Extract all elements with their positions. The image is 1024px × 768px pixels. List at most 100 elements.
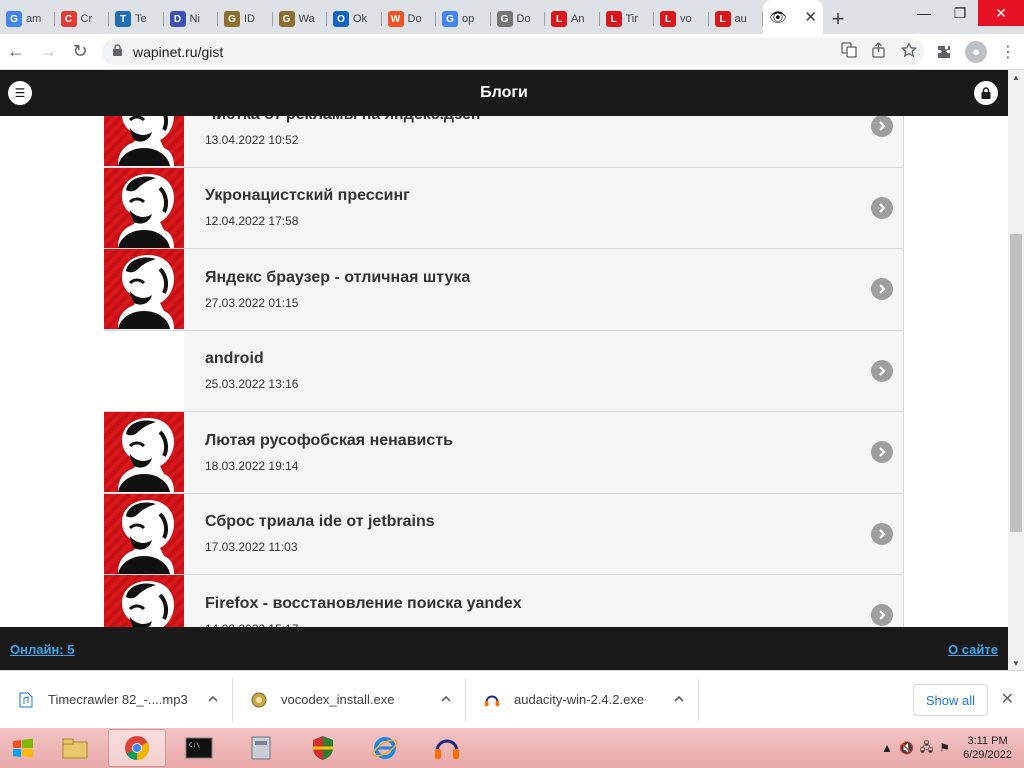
browser-tab[interactable]: O Ok [327, 4, 382, 34]
browser-tab[interactable]: Lvo [654, 4, 709, 34]
google-icon: G [6, 11, 22, 27]
download-item[interactable]: vocodex_install.exe [233, 678, 466, 721]
chevron-right-icon[interactable] [871, 115, 893, 138]
close-window-button[interactable]: ✕ [978, 0, 1024, 26]
scrollbar-thumb[interactable] [1010, 234, 1022, 532]
blog-post-item[interactable]: Укронацистский прессинг 12.04.2022 17:58 [104, 167, 904, 249]
restore-button[interactable]: ❐ [942, 0, 978, 26]
command-prompt-icon[interactable]: C:\ [170, 729, 228, 767]
chevron-up-icon[interactable] [674, 694, 684, 706]
blog-post-item[interactable]: Лютая русофобская ненависть 18.03.2022 19… [104, 412, 904, 494]
lenin-portrait-icon [104, 249, 184, 330]
browser-tab[interactable]: Lau [709, 4, 763, 34]
chrome-icon[interactable] [108, 729, 166, 767]
tab-label: op [462, 13, 475, 25]
browser-tab[interactable]: G ID [218, 4, 273, 34]
browser-tab[interactable]: Gop [436, 4, 491, 34]
reload-button[interactable]: ↻ [64, 36, 96, 68]
chevron-up-icon[interactable] [208, 694, 218, 706]
scroll-down-arrow-icon[interactable]: ▼ [1008, 656, 1024, 670]
volume-muted-icon[interactable]: 🔇 [899, 741, 914, 755]
post-title[interactable]: Firefox - восстановление поиска yandex [205, 595, 522, 613]
tab-label: vo [680, 13, 692, 25]
globe-icon: G [496, 11, 513, 27]
page-title: Блоги [480, 84, 528, 101]
post-title[interactable]: Яндекс браузер - отличная штука [205, 269, 470, 287]
post-title[interactable]: Укронацистский прессинг [205, 187, 410, 205]
audio-file-icon [18, 692, 34, 708]
address-bar[interactable]: wapinet.ru/gist [102, 37, 924, 66]
url-text[interactable]: wapinet.ru/gist [133, 44, 223, 60]
browser-tab[interactable]: W Do [382, 4, 436, 34]
bookmark-star-icon[interactable] [894, 41, 924, 61]
g-icon: G [224, 11, 240, 27]
blog-post-item[interactable]: Сброс триала ide от jetbrains 17.03.2022 … [104, 493, 904, 575]
post-text: Яндекс браузер - отличная штука 27.03.202… [205, 269, 470, 310]
download-item[interactable]: Timecrawler 82_-....mp3 [0, 678, 233, 721]
translate-icon[interactable] [834, 42, 864, 61]
show-hidden-icons-icon[interactable]: ▲ [881, 741, 893, 755]
back-button[interactable]: ← [0, 36, 32, 68]
file-explorer-icon[interactable] [46, 729, 104, 767]
installer-icon[interactable] [232, 729, 290, 767]
tab-label: ID [244, 13, 255, 25]
extensions-icon[interactable] [928, 36, 960, 68]
post-text: android 25.03.2022 13:16 [205, 350, 298, 391]
system-clock[interactable]: 3:11 PM 6/29/2022 [963, 734, 1012, 762]
page-scrollbar[interactable]: ▲ ▼ [1008, 70, 1024, 670]
forward-button[interactable]: → [32, 36, 64, 68]
browser-tab[interactable]: D Ni [164, 4, 218, 34]
drop-icon: D [169, 11, 186, 27]
chevron-right-icon[interactable] [871, 196, 893, 219]
lock-icon[interactable] [112, 43, 123, 60]
chevron-right-icon[interactable] [871, 441, 893, 464]
scroll-up-arrow-icon[interactable]: ▲ [1008, 70, 1024, 84]
active-tab[interactable]: 👁 ✕ [763, 0, 823, 34]
download-item[interactable]: audacity-win-2.4.2.exe [466, 678, 699, 721]
post-title[interactable]: Сброс триала ide от jetbrains [205, 513, 435, 531]
clock-time: 3:11 PM [967, 735, 1008, 747]
network-icon[interactable]: 🖧 [920, 738, 933, 759]
windows-taskbar: C:\ ▲ 🔇 🖧 ⚑ 3:11 PM 6/29/2022 [0, 728, 1024, 768]
about-link[interactable]: О сайте [948, 642, 998, 657]
security-shield-icon[interactable] [294, 729, 352, 767]
minimize-button[interactable]: — [906, 0, 942, 26]
tab-label: au [734, 13, 747, 25]
close-downloads-icon[interactable]: ✕ [1001, 689, 1014, 709]
show-all-button[interactable]: Show all [912, 684, 988, 716]
browser-tab[interactable]: L An [545, 4, 600, 34]
page-header: ☰ Блоги [0, 70, 1008, 116]
browser-tab[interactable]: G Do [491, 4, 545, 34]
chevron-right-icon[interactable] [871, 278, 893, 301]
menu-kebab-icon[interactable]: ⋮ [992, 36, 1024, 68]
lock-icon[interactable] [974, 81, 998, 105]
download-filename: Timecrawler 82_-....mp3 [48, 692, 188, 707]
profile-avatar-icon[interactable]: ● [965, 40, 987, 63]
tab-close-icon[interactable]: ✕ [804, 8, 817, 26]
browser-tab[interactable]: T Te [109, 4, 164, 34]
browser-tab[interactable]: G Wa [273, 4, 327, 34]
post-title[interactable]: android [205, 350, 298, 368]
chevron-up-icon[interactable] [441, 694, 451, 706]
browser-tab[interactable]: Gam [0, 4, 55, 34]
new-tab-button[interactable]: + [823, 4, 853, 34]
chevron-right-icon[interactable] [871, 522, 893, 545]
chevron-right-icon[interactable] [871, 359, 893, 382]
tab-label: am [26, 13, 42, 25]
lenin-icon: L [551, 11, 567, 27]
browser-tab[interactable]: C Cr [55, 4, 109, 34]
browser-tab[interactable]: L Tir [600, 4, 654, 34]
hamburger-menu-icon[interactable]: ☰ [8, 81, 32, 105]
action-center-icon[interactable]: ⚑ [939, 741, 950, 755]
online-count-link[interactable]: Онлайн: 5 [10, 642, 74, 657]
blog-post-item[interactable]: Яндекс браузер - отличная штука 27.03.202… [104, 249, 904, 331]
audacity-icon[interactable] [418, 729, 476, 767]
lenin-icon: L [660, 11, 676, 27]
crimson-icon: C [60, 11, 77, 27]
share-icon[interactable] [864, 42, 894, 61]
blog-post-item[interactable]: android 25.03.2022 13:16 [104, 330, 904, 412]
chevron-right-icon[interactable] [871, 604, 893, 627]
start-button[interactable] [0, 728, 46, 768]
internet-explorer-icon[interactable] [356, 729, 414, 767]
post-title[interactable]: Лютая русофобская ненависть [205, 432, 453, 450]
